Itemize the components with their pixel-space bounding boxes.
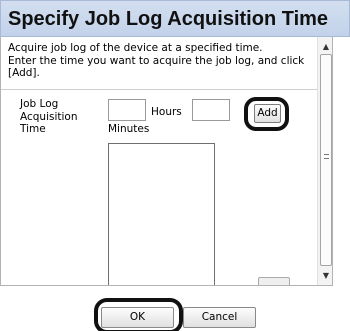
dialog-description: Acquire job log of the device at a speci… bbox=[8, 42, 308, 80]
thumb-grip-icon bbox=[324, 154, 329, 159]
time-label-line: Job Log bbox=[20, 98, 59, 110]
dialog-title: Specify Job Log Acquisition Time bbox=[8, 8, 329, 30]
dialog-title-bar: Specify Job Log Acquisition Time bbox=[0, 0, 350, 37]
dialog-content-panel: Acquire job log of the device at a speci… bbox=[0, 37, 333, 286]
time-label-line: Time bbox=[20, 123, 46, 135]
time-label-line: Acquisition bbox=[20, 110, 78, 123]
ok-button[interactable]: OK bbox=[101, 307, 174, 328]
vertical-scrollbar[interactable]: ▲ ▼ bbox=[317, 37, 332, 285]
section-divider bbox=[1, 89, 317, 90]
minutes-input[interactable] bbox=[192, 99, 230, 121]
minutes-label: Minutes bbox=[108, 123, 150, 135]
scroll-thumb[interactable] bbox=[320, 54, 332, 266]
job-log-acquisition-time-label: Job Log Acquisition Time bbox=[20, 98, 78, 136]
scroll-down-icon[interactable]: ▼ bbox=[318, 269, 332, 283]
delete-button[interactable] bbox=[258, 277, 290, 285]
description-line: Acquire job log of the device at a speci… bbox=[8, 42, 263, 54]
acquisition-time-list[interactable] bbox=[108, 143, 215, 285]
cancel-button[interactable]: Cancel bbox=[183, 307, 256, 328]
description-line: Enter the time you want to acquire the j… bbox=[8, 54, 305, 67]
scroll-up-icon[interactable]: ▲ bbox=[318, 40, 332, 54]
hours-input[interactable] bbox=[108, 99, 146, 121]
add-button[interactable]: Add bbox=[254, 104, 281, 123]
hours-label: Hours bbox=[151, 106, 182, 118]
description-line: [Add]. bbox=[8, 67, 40, 79]
